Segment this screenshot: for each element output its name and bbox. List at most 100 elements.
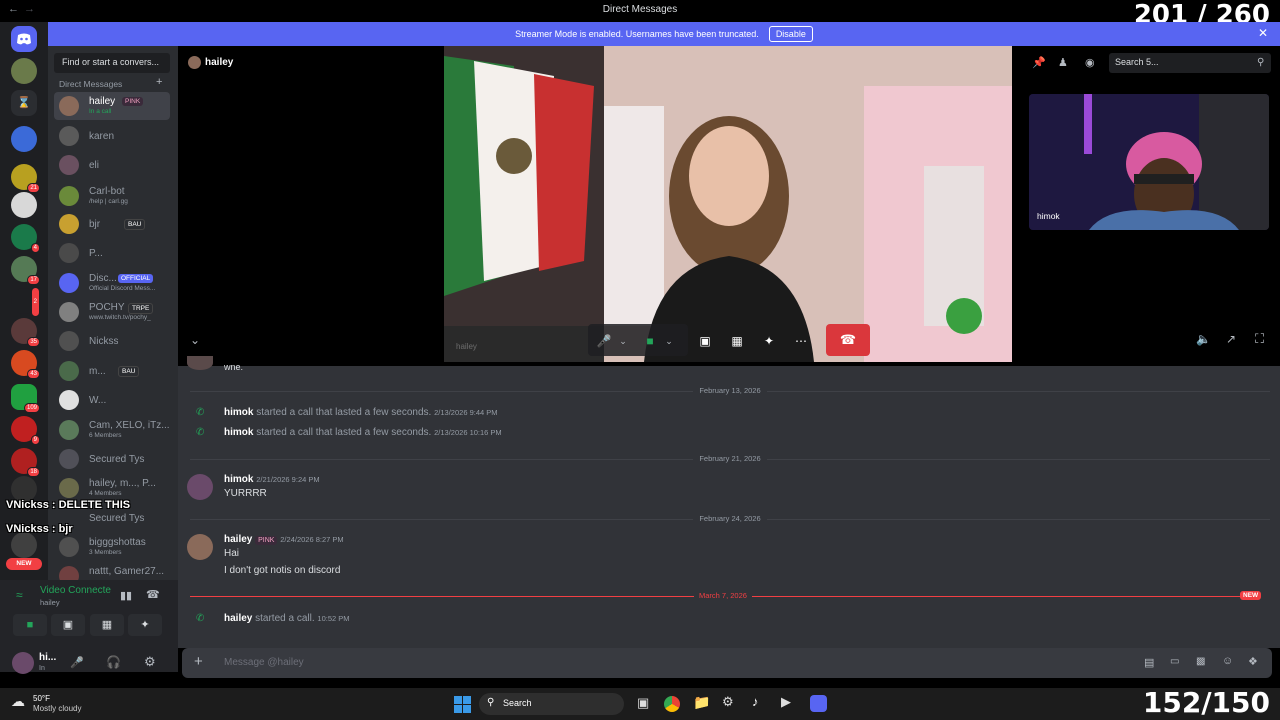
avatar[interactable] <box>12 652 34 674</box>
soundboard-icon[interactable]: ✦ <box>759 326 779 356</box>
date-divider: February 24, 2026 <box>190 514 1270 524</box>
server-icon[interactable]: 17 <box>11 256 40 285</box>
end-call-button[interactable]: ☎ <box>826 324 870 356</box>
search-input[interactable]: Search 5... <box>1109 53 1271 73</box>
message-header: hailey PINK 2/24/2026 8:27 PM <box>224 534 344 545</box>
emoji-icon[interactable]: ☺ <box>1222 655 1233 667</box>
message-text: wne. <box>224 362 244 372</box>
server-icon[interactable]: 35 <box>11 318 40 347</box>
voice-channel[interactable]: hailey <box>40 598 60 607</box>
soundboard-button[interactable]: ✦ <box>128 614 162 636</box>
pin-icon[interactable]: 📌 <box>1032 56 1046 69</box>
phone-icon: ✆ <box>196 427 205 438</box>
dm-item[interactable]: bjr BAU <box>54 210 170 238</box>
dm-item[interactable]: hailey, m..., P... 4 Members <box>54 474 170 502</box>
apps-icon[interactable]: ❖ <box>1248 655 1258 668</box>
message-composer[interactable]: + Message @hailey ▤ ▭ ▩ ☺ ❖ <box>182 648 1272 678</box>
screenshare-button[interactable]: ▣ <box>51 614 85 636</box>
server-icon[interactable]: 18 <box>11 448 40 477</box>
server-rail: ⌛ 21 4 17 2 35 43 109 9 18 NEW <box>0 22 48 672</box>
user-status: In <box>39 665 45 672</box>
disconnect-icon[interactable]: ☎ <box>146 588 160 601</box>
server-icon[interactable]: 9 <box>11 416 40 445</box>
server-icon[interactable]: 4 <box>11 224 40 253</box>
noise-suppression-icon[interactable]: ▮▮ <box>120 589 132 602</box>
dm-item[interactable]: Disc... OFFICIAL Official Discord Mess... <box>54 269 170 297</box>
dm-item[interactable]: m... BAU <box>54 357 170 385</box>
chevron-down-icon[interactable]: ⌄ <box>617 326 629 356</box>
hourglass-icon[interactable]: ⌛ <box>11 90 37 116</box>
phone-icon: ✆ <box>196 613 205 624</box>
avatar <box>187 356 213 370</box>
sticker-icon[interactable]: ▩ <box>1196 656 1205 667</box>
dm-item[interactable]: P... <box>54 239 170 267</box>
pip-video-tile[interactable] <box>1029 94 1269 230</box>
dm-item[interactable]: Nickss <box>54 327 170 355</box>
voice-status: Video Connecte <box>40 585 111 596</box>
new-badge: NEW <box>1240 591 1262 600</box>
windows-start-icon[interactable] <box>454 696 471 713</box>
fullscreen-icon[interactable]: ⛶ <box>1255 331 1264 347</box>
dm-item[interactable]: karen <box>54 122 170 150</box>
screenshare-icon[interactable]: ▣ <box>695 326 715 356</box>
dm-item[interactable]: nattt, Gamer27... <box>54 562 170 580</box>
dm-item[interactable]: Secured Tys <box>54 445 170 473</box>
volume-icon[interactable]: 🔈 <box>1196 332 1211 346</box>
add-friend-icon[interactable]: ♟ <box>1058 56 1068 69</box>
dm-item-hailey[interactable]: hailey PINK In a call <box>54 92 170 120</box>
camera-icon[interactable]: ■ <box>640 326 660 356</box>
gift-icon[interactable]: ▤ <box>1144 656 1154 669</box>
profile-icon[interactable]: ◉ <box>1085 56 1095 69</box>
chevron-down-icon[interactable]: ⌄ <box>663 326 675 356</box>
gear-icon[interactable]: ⚙ <box>144 654 156 670</box>
microphone-icon[interactable]: 🎤 <box>596 326 612 356</box>
tiktok-icon[interactable]: ♪ <box>752 694 759 709</box>
camera-button[interactable]: ■ <box>13 614 47 636</box>
video-feed-image <box>444 46 1012 362</box>
microphone-icon[interactable]: 🎤 <box>70 656 84 669</box>
server-icon[interactable]: 109 <box>11 384 40 413</box>
server-icon[interactable] <box>11 192 37 218</box>
server-icon[interactable]: 2 <box>11 287 40 317</box>
activities-icon[interactable]: ▦ <box>727 326 747 356</box>
dm-item[interactable]: POCHY TRPE www.twitch.tv/pochy_ <box>54 298 170 326</box>
dm-search-input[interactable]: Find or start a convers... <box>54 53 170 73</box>
avatar[interactable] <box>187 534 213 560</box>
server-icon[interactable]: 43 <box>11 350 40 379</box>
headphones-icon[interactable]: 🎧 <box>106 655 121 669</box>
chrome-icon[interactable] <box>664 696 680 712</box>
activities-button[interactable]: ▦ <box>90 614 124 636</box>
folder-icon[interactable]: 📁 <box>693 694 710 711</box>
taskbar-search[interactable]: ⚲ Search <box>479 693 624 715</box>
chevron-down-icon[interactable]: ⌄ <box>190 333 200 347</box>
dm-item[interactable]: eli <box>54 151 170 179</box>
phone-icon: ✆ <box>196 407 205 418</box>
server-icon[interactable] <box>11 126 37 152</box>
media-player-icon[interactable]: ▶ <box>781 694 791 710</box>
more-icon[interactable]: ⋯ <box>791 326 811 356</box>
dm-item[interactable]: Carl-bot/help | carl.gg <box>54 182 170 210</box>
dm-item[interactable]: W... <box>54 386 170 414</box>
disable-streamer-button[interactable]: Disable <box>768 26 813 42</box>
gif-icon[interactable]: ▭ <box>1170 656 1179 667</box>
discord-home-icon[interactable] <box>11 26 37 52</box>
discord-taskbar-icon[interactable] <box>810 695 827 712</box>
pip-video-image <box>1029 94 1269 230</box>
avatar[interactable] <box>187 474 213 500</box>
user-name: hi... <box>39 652 57 663</box>
app-icon[interactable]: ⚙ <box>722 694 734 710</box>
server-icon[interactable]: 21 <box>11 164 40 193</box>
message-input[interactable]: Message @hailey <box>224 657 304 668</box>
dm-item[interactable]: bigggshottas 3 Members <box>54 533 170 561</box>
close-icon[interactable]: ✕ <box>1258 26 1268 40</box>
server-icon[interactable] <box>11 58 37 84</box>
task-view-icon[interactable]: ▣ <box>637 695 649 711</box>
message-text: Hai <box>224 548 240 559</box>
dm-item[interactable]: Cam, XELO, iTz... 6 Members <box>54 416 170 444</box>
popout-icon[interactable]: ↗ <box>1226 332 1236 346</box>
server-icon[interactable] <box>11 532 37 558</box>
add-attachment-icon[interactable]: + <box>194 653 203 670</box>
stream-chat-message: VNickss : DELETE THIS <box>6 499 131 511</box>
main-video-tile[interactable]: hailey <box>444 46 1012 362</box>
create-dm-icon[interactable]: + <box>156 76 162 88</box>
